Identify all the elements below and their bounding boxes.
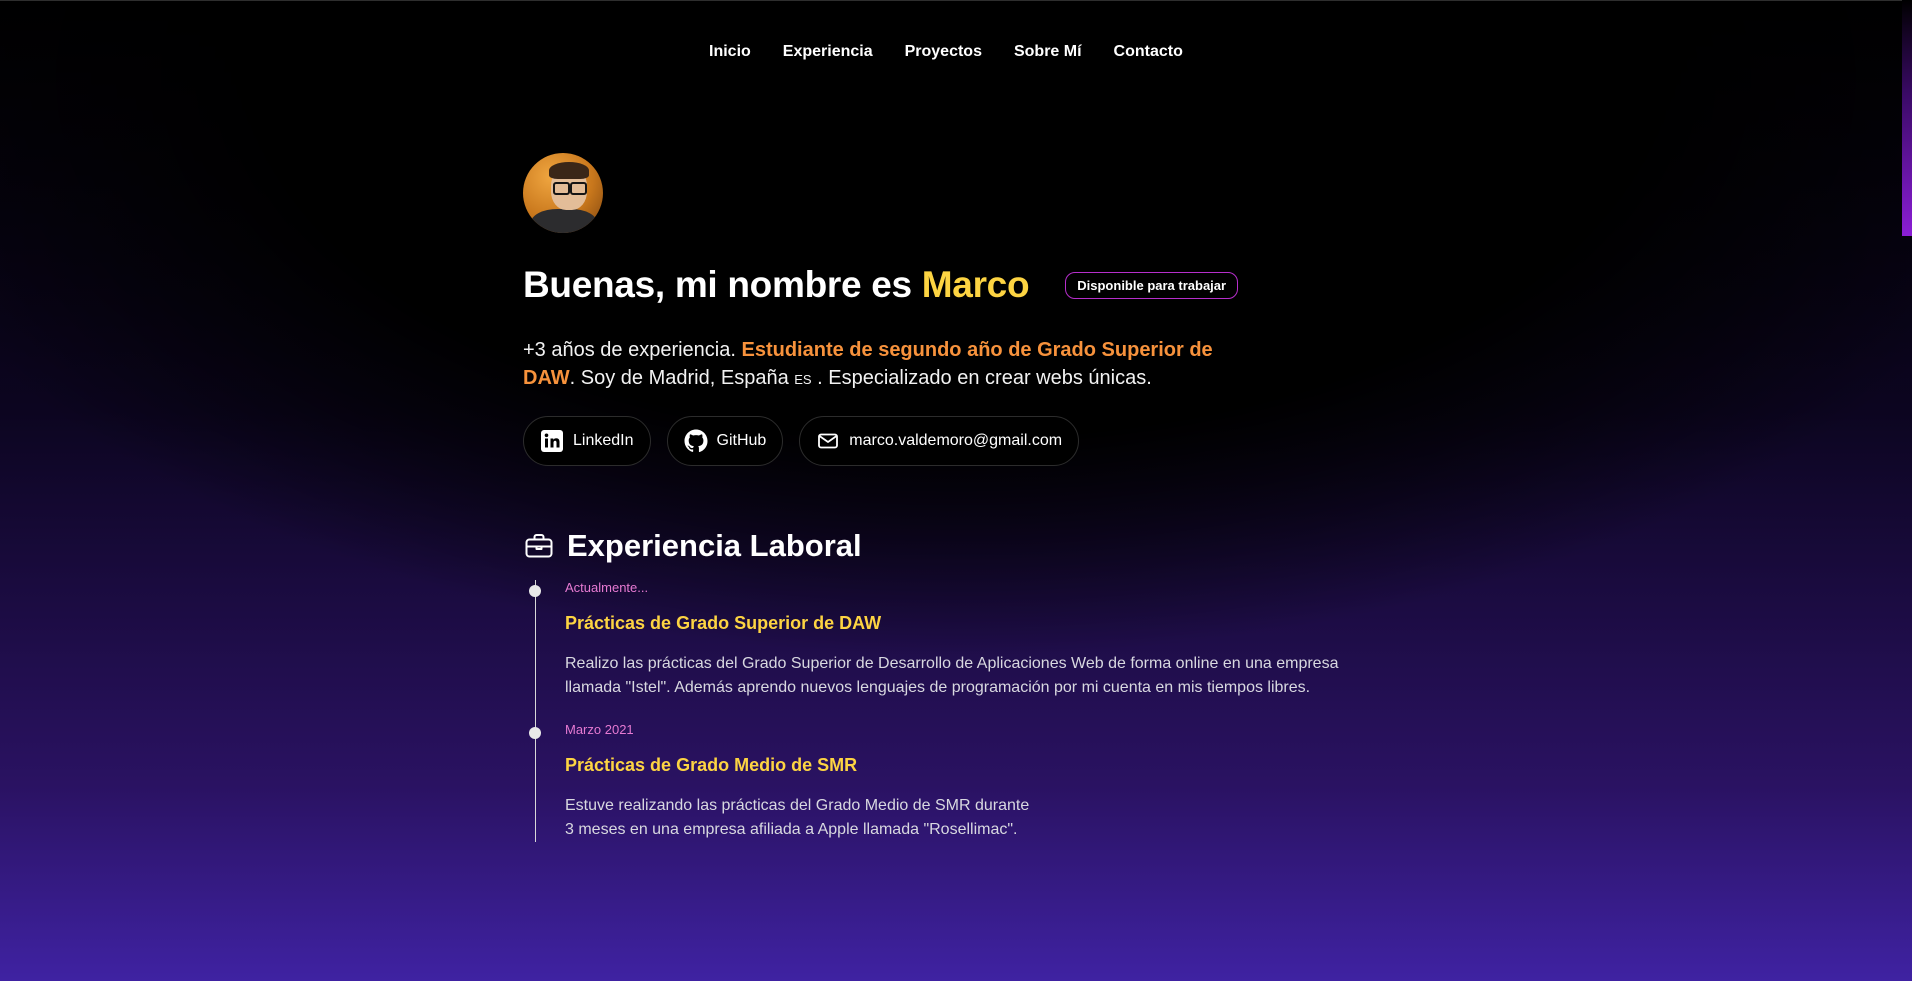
- timeline-description: Realizo las prácticas del Grado Superior…: [565, 652, 1383, 700]
- briefcase-icon: [525, 534, 553, 558]
- timeline-item: Actualmente... Prácticas de Grado Superi…: [529, 580, 1383, 700]
- social-links: LinkedIn GitHub marco.valdemoro@gmail.co…: [523, 416, 1383, 466]
- experience-section-header: Experiencia Laboral: [523, 528, 1383, 564]
- experience-section-title: Experiencia Laboral: [567, 528, 862, 563]
- experience-timeline: Actualmente... Prácticas de Grado Superi…: [529, 580, 1383, 842]
- description-line: Estuve realizando las prácticas del Grad…: [565, 797, 1030, 814]
- top-border: [0, 0, 1912, 1]
- timeline-description: Estuve realizando las prácticas del Grad…: [565, 794, 1383, 842]
- nav-item-inicio[interactable]: Inicio: [709, 43, 751, 61]
- github-icon: [684, 429, 708, 453]
- avatar-glasses-left: [553, 182, 570, 195]
- scrollbar[interactable]: [1902, 0, 1912, 981]
- description-line: Realizo las prácticas del Grado Superior…: [565, 655, 1339, 672]
- github-label: GitHub: [716, 432, 767, 449]
- avatar-glasses-right: [570, 182, 587, 195]
- avatar-shirt: [531, 209, 597, 233]
- linkedin-label: LinkedIn: [573, 432, 634, 449]
- main-nav: Inicio Experiencia Proyectos Sobre Mí Co…: [709, 43, 1183, 61]
- timeline-job-title: Prácticas de Grado Superior de DAW: [565, 613, 882, 633]
- hero-title: Buenas, mi nombre es Marco: [523, 264, 1030, 306]
- description-line: llamada "Istel". Además aprendo nuevos l…: [565, 679, 1311, 696]
- hero-greeting: Buenas, mi nombre es: [523, 264, 922, 305]
- scrollbar-thumb[interactable]: [1902, 0, 1912, 236]
- bio-suffix: . Especializado en crear webs únicas.: [811, 367, 1152, 389]
- linkedin-button[interactable]: LinkedIn: [523, 416, 651, 466]
- mail-icon: [818, 433, 839, 449]
- timeline-job-title: Prácticas de Grado Medio de SMR: [565, 755, 858, 775]
- timeline-dot: [529, 727, 541, 739]
- timeline-dot: [529, 585, 541, 597]
- hero-name: Marco: [921, 264, 1030, 305]
- avatar: [523, 153, 603, 233]
- nav-item-experiencia[interactable]: Experiencia: [783, 43, 873, 61]
- spain-flag-label: ES: [794, 372, 812, 387]
- timeline-item: Marzo 2021 Prácticas de Grado Medio de S…: [529, 722, 1383, 842]
- bio-middle: . Soy de Madrid, España: [569, 367, 795, 389]
- availability-badge: Disponible para trabajar: [1065, 271, 1239, 299]
- email-label: marco.valdemoro@gmail.com: [849, 432, 1063, 449]
- nav-item-contacto[interactable]: Contacto: [1114, 43, 1183, 61]
- github-button[interactable]: GitHub: [666, 416, 784, 466]
- linkedin-icon: [541, 430, 563, 452]
- email-button[interactable]: marco.valdemoro@gmail.com: [799, 416, 1080, 466]
- description-line: 3 meses en una empresa afiliada a Apple …: [565, 821, 1018, 838]
- bio-prefix: +3 años de experiencia.: [523, 339, 742, 361]
- nav-item-sobre-mi[interactable]: Sobre Mí: [1014, 43, 1082, 61]
- timeline-date: Actualmente...: [565, 580, 649, 595]
- timeline-date: Marzo 2021: [565, 722, 634, 737]
- hero-bio: +3 años de experiencia. Estudiante de se…: [523, 336, 1243, 394]
- nav-item-proyectos[interactable]: Proyectos: [905, 43, 982, 61]
- hero-title-row: Buenas, mi nombre es Marco Disponible pa…: [523, 264, 1383, 306]
- main-content: Buenas, mi nombre es Marco Disponible pa…: [523, 153, 1383, 842]
- avatar-hair: [549, 162, 589, 179]
